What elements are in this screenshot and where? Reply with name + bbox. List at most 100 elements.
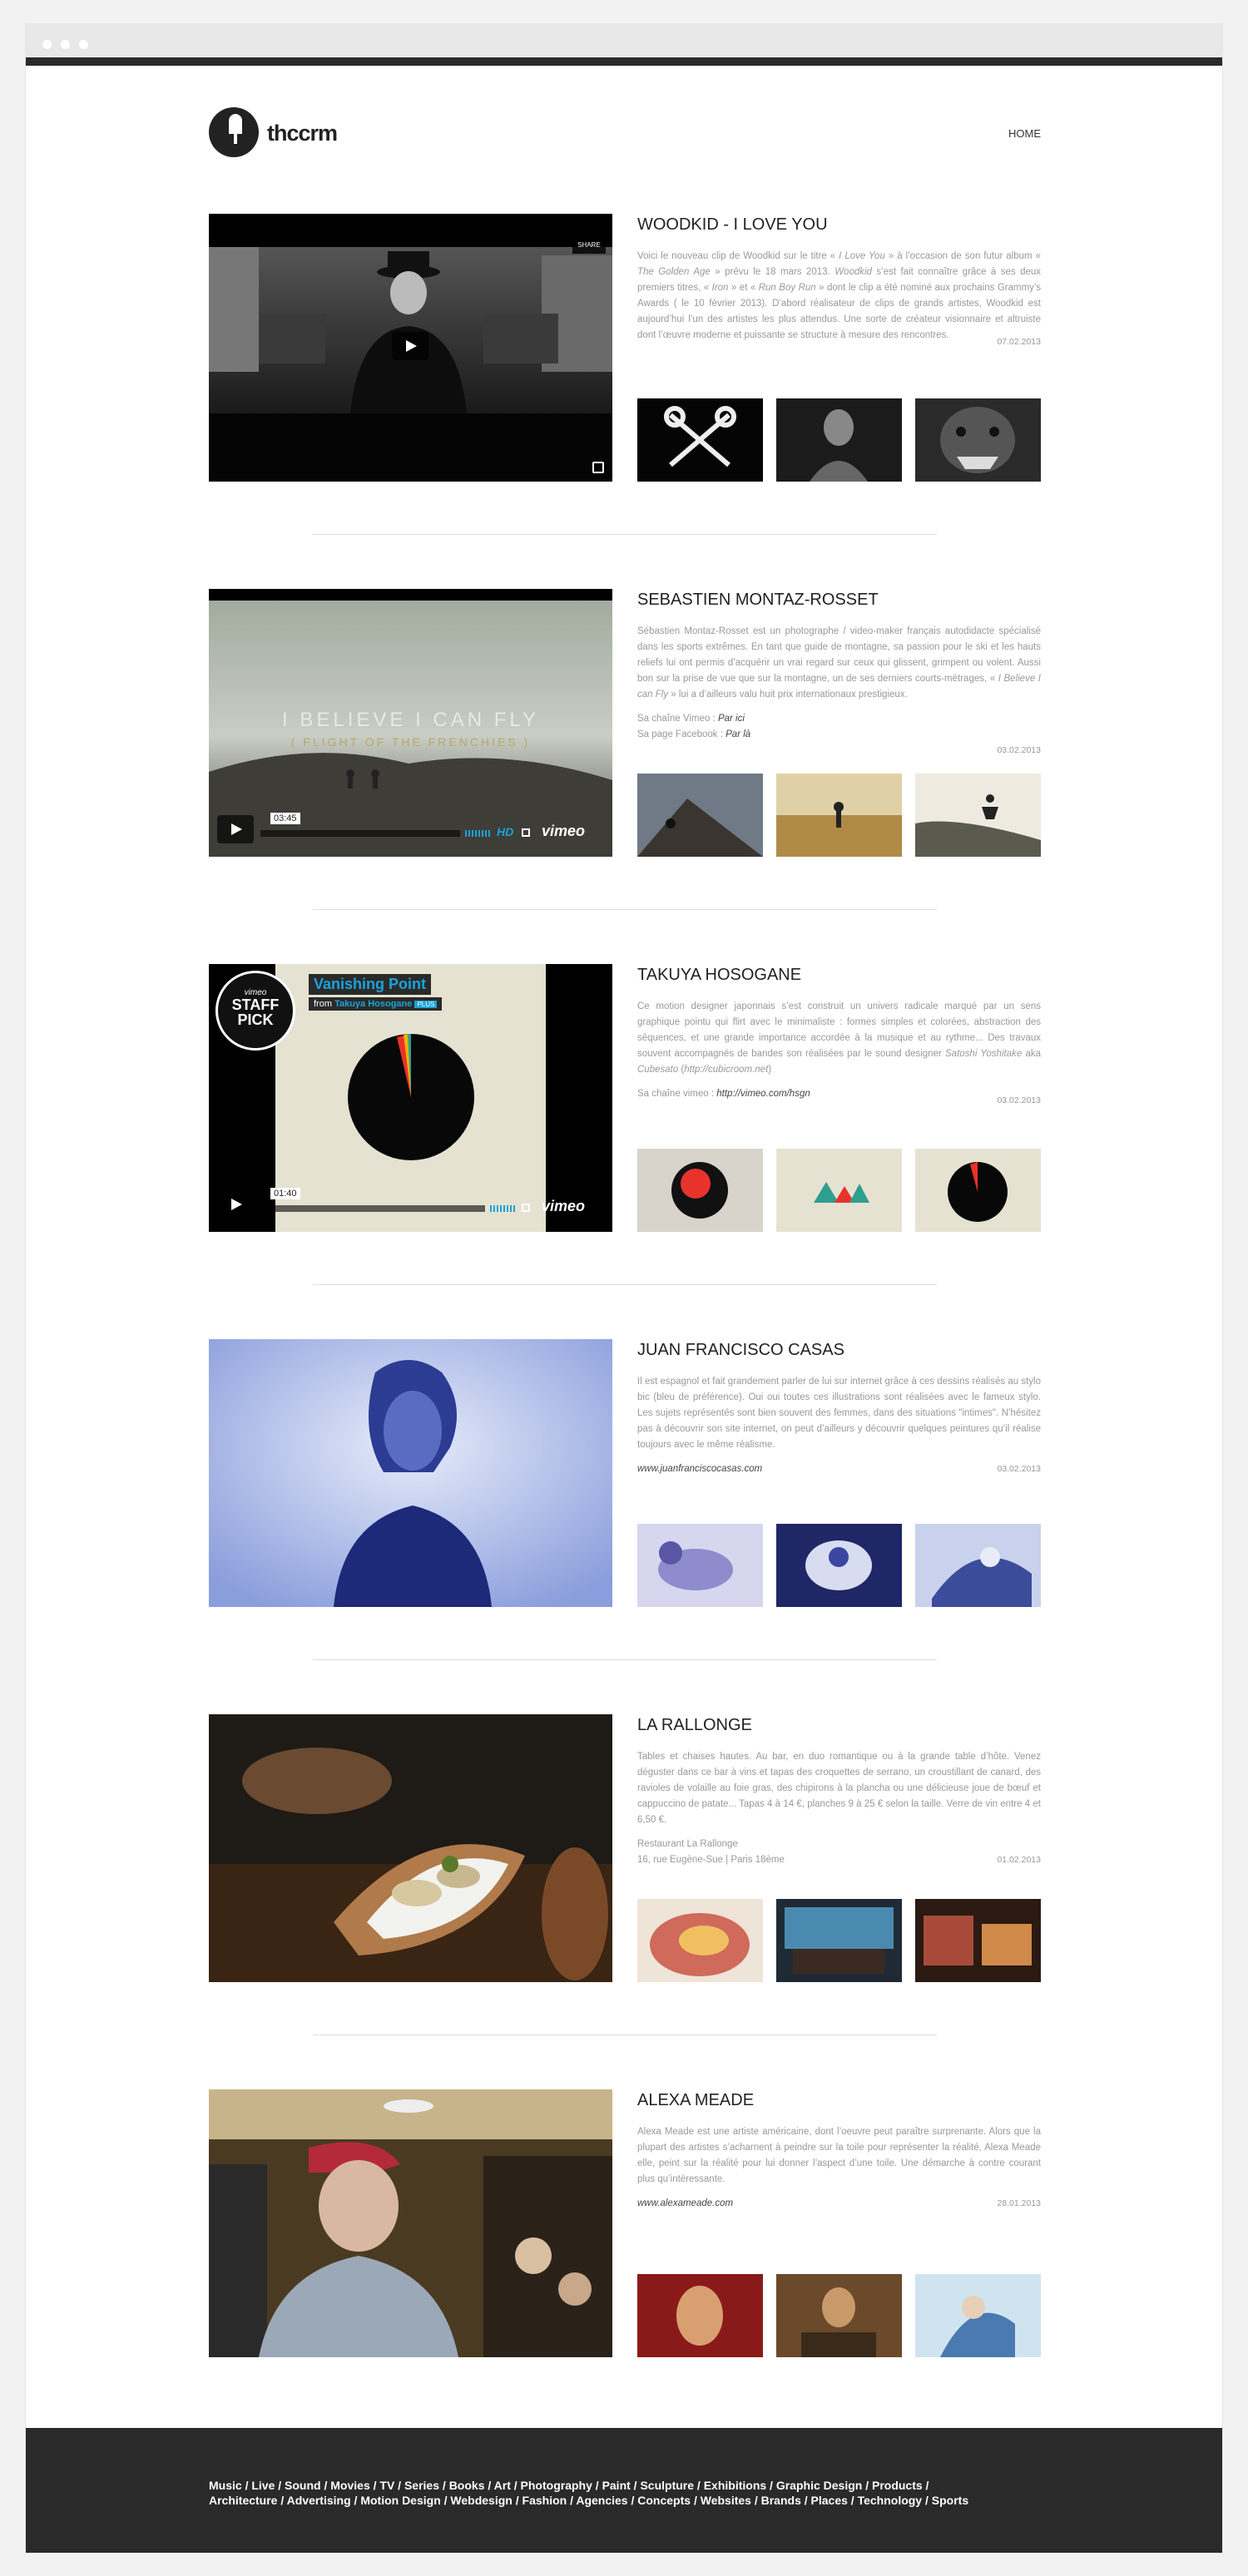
footer-link-sound[interactable]: Sound <box>285 2479 321 2492</box>
thumbnail[interactable] <box>915 774 1041 857</box>
video-byline: from Takuya Hosogane PLUS <box>309 997 443 1011</box>
thumbnail[interactable] <box>776 1149 902 1232</box>
volume-icon[interactable] <box>465 830 490 837</box>
badge-staff: STAFF <box>231 996 280 1013</box>
site-header: thccrm HOME <box>209 107 1041 174</box>
play-button[interactable] <box>217 1190 254 1219</box>
footer-link-fashion[interactable]: Fashion <box>522 2494 567 2507</box>
footer-link-advertising[interactable]: Advertising <box>287 2494 351 2507</box>
post-image[interactable] <box>209 1714 612 1982</box>
thumbnail[interactable] <box>637 1524 763 1607</box>
footer-separator: / <box>484 2479 494 2492</box>
footer-line: Architecture / Advertising / Motion Desi… <box>209 2493 1041 2508</box>
post-image[interactable] <box>209 2089 612 2357</box>
logo-text[interactable]: thccrm <box>267 121 338 146</box>
thumbnail[interactable] <box>637 1149 763 1232</box>
thumbnail[interactable] <box>915 1524 1041 1607</box>
post-title[interactable]: ALEXA MEADE <box>637 2089 1041 2111</box>
progress-bar[interactable] <box>260 1205 485 1212</box>
footer-link-tv[interactable]: TV <box>379 2479 394 2492</box>
video-title[interactable]: Vanishing Point <box>309 974 432 995</box>
share-button[interactable]: SHARE <box>572 220 606 254</box>
footer-link-exhibitions[interactable]: Exhibitions <box>704 2479 766 2492</box>
vimeo-logo[interactable]: vimeo <box>542 823 585 840</box>
vimeo-logo[interactable]: vimeo <box>542 1198 585 1215</box>
play-button[interactable] <box>217 815 254 843</box>
footer-link-technology[interactable]: Technology <box>858 2494 923 2507</box>
post-title[interactable]: LA RALLONGE <box>637 1714 1041 1736</box>
post-title[interactable]: JUAN FRANCISCO CASAS <box>637 1339 1041 1361</box>
window-dot-icon <box>79 40 88 49</box>
video-time: 03:45 <box>270 813 300 824</box>
footer-link-music[interactable]: Music <box>209 2479 242 2492</box>
post-hosogane: vimeo STAFF PICK Vanishing Point from Ta… <box>209 964 1041 1232</box>
footer-link-websites[interactable]: Websites <box>701 2494 751 2507</box>
post-meta: Restaurant La Rallonge 16, rue Eugène-Su… <box>637 1837 1041 1868</box>
footer-link-concepts[interactable]: Concepts <box>637 2494 691 2507</box>
fullscreen-icon[interactable] <box>592 462 604 473</box>
hd-badge[interactable]: HD <box>497 825 513 838</box>
thumbnail[interactable] <box>637 398 763 482</box>
thumbnail[interactable] <box>637 2274 763 2357</box>
footer-link-art[interactable]: Art <box>494 2479 511 2492</box>
thumbnail[interactable] <box>776 1524 902 1607</box>
thumbnail[interactable] <box>915 1899 1041 1982</box>
post-montaz-rosset: I BELIEVE I CAN FLY ( FLIGHT OF THE FREN… <box>209 589 1041 857</box>
footer-link-movies[interactable]: Movies <box>330 2479 369 2492</box>
post-image[interactable] <box>209 1339 612 1607</box>
post-la-rallonge: LA RALLONGE Tables et chaises hautes. Au… <box>209 1714 1041 1982</box>
footer-link-series[interactable]: Series <box>404 2479 439 2492</box>
thumbnail[interactable] <box>776 398 902 482</box>
post-title[interactable]: TAKUYA HOSOGANE <box>637 964 1041 986</box>
thumbnail[interactable] <box>776 2274 902 2357</box>
meta-label: Sa page Facebook : <box>637 729 726 739</box>
footer-link-sculpture[interactable]: Sculpture <box>640 2479 694 2492</box>
post-title[interactable]: SEBASTIEN MONTAZ-ROSSET <box>637 589 1041 611</box>
nav-home-link[interactable]: HOME <box>1008 127 1041 140</box>
thumbnail[interactable] <box>776 1899 902 1982</box>
play-button[interactable] <box>392 332 428 360</box>
post-body: WOODKID - I LOVE YOU Voici le nouveau cl… <box>637 214 1041 482</box>
staff-pick-badge[interactable]: vimeo STAFF PICK <box>215 971 295 1051</box>
thumbnail[interactable] <box>915 2274 1041 2357</box>
author-link[interactable]: Takuya Hosogane <box>334 999 412 1009</box>
thumbnail[interactable] <box>915 1149 1041 1232</box>
thumbnail[interactable] <box>637 1899 763 1982</box>
video-player[interactable]: I BELIEVE I CAN FLY ( FLIGHT OF THE FREN… <box>209 589 612 857</box>
footer-link-webdesign[interactable]: Webdesign <box>450 2494 512 2507</box>
plus-badge: PLUS <box>414 1001 438 1008</box>
website-link[interactable]: www.alexameade.com <box>637 2198 733 2208</box>
footer-link-places[interactable]: Places <box>811 2494 848 2507</box>
website-link[interactable]: www.juanfranciscocasas.com <box>637 1464 762 1474</box>
video-player[interactable]: vimeo STAFF PICK Vanishing Point from Ta… <box>209 964 612 1232</box>
footer-link-graphic-design[interactable]: Graphic Design <box>776 2479 862 2492</box>
popsicle-logo-icon[interactable] <box>209 107 259 157</box>
progress-bar[interactable] <box>260 830 460 837</box>
vimeo-channel-link[interactable]: http://vimeo.com/hsgn <box>716 1089 810 1099</box>
video-player[interactable]: SHARE <box>209 214 612 482</box>
vimeo-channel-link[interactable]: Par ici <box>718 714 745 724</box>
facebook-page-link[interactable]: Par là <box>726 729 750 739</box>
footer-link-products[interactable]: Products <box>872 2479 923 2492</box>
footer-link-live[interactable]: Live <box>251 2479 275 2492</box>
footer-separator: / <box>567 2494 577 2507</box>
footer-link-photography[interactable]: Photography <box>521 2479 592 2492</box>
footer-link-architecture[interactable]: Architecture <box>209 2494 277 2507</box>
footer-link-sports[interactable]: Sports <box>932 2494 968 2507</box>
footer-separator: / <box>369 2479 380 2492</box>
footer-link-motion-design[interactable]: Motion Design <box>360 2494 440 2507</box>
fullscreen-icon[interactable] <box>522 1204 530 1212</box>
separator <box>313 1659 937 1660</box>
footer-link-paint[interactable]: Paint <box>602 2479 631 2492</box>
volume-icon[interactable] <box>490 1205 515 1212</box>
thumbnail[interactable] <box>915 398 1041 482</box>
footer-separator: / <box>847 2494 858 2507</box>
thumbnail[interactable] <box>776 774 902 857</box>
thumbnail[interactable] <box>637 774 763 857</box>
fullscreen-icon[interactable] <box>522 828 530 837</box>
post-title[interactable]: WOODKID - I LOVE YOU <box>637 214 1041 235</box>
footer-link-books[interactable]: Books <box>449 2479 485 2492</box>
footer-link-brands[interactable]: Brands <box>761 2494 801 2507</box>
meta-label: Sa chaîne Vimeo : <box>637 714 718 724</box>
footer-link-agencies[interactable]: Agencies <box>576 2494 627 2507</box>
